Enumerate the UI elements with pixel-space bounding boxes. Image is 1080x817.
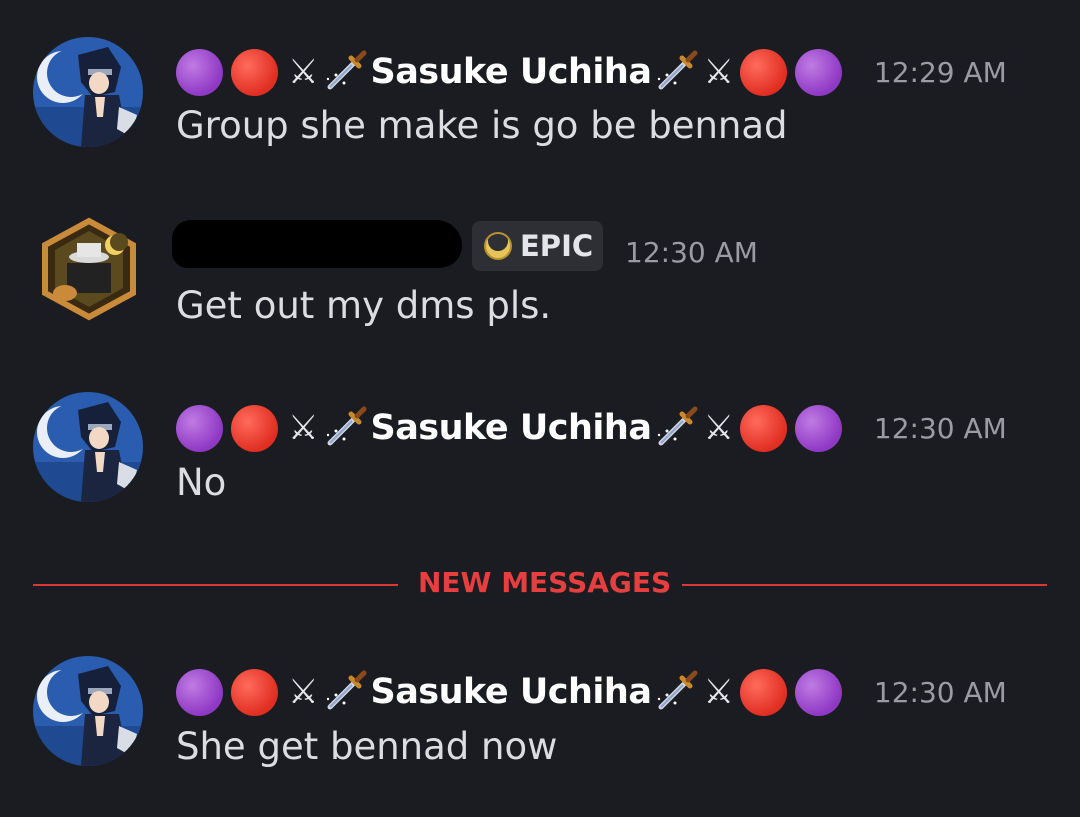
dagger-emoji bbox=[322, 669, 368, 715]
avatar[interactable] bbox=[33, 37, 143, 147]
timestamp[interactable]: 12:29 AM bbox=[874, 56, 1007, 89]
crossed-swords-emoji: ⚔ bbox=[288, 672, 319, 712]
purple-circle-emoji bbox=[176, 404, 223, 452]
timestamp[interactable]: 12:30 AM bbox=[625, 236, 758, 269]
avatar[interactable] bbox=[33, 656, 143, 766]
new-messages-label: NEW MESSAGES bbox=[418, 566, 672, 599]
message-header: 12:30 AM bbox=[625, 224, 758, 280]
dagger-emoji bbox=[653, 49, 699, 95]
purple-circle-emoji bbox=[794, 668, 842, 716]
message-header: ⚔ Sasuke Uchiha ⚔ 12:30 AM bbox=[176, 400, 1007, 456]
red-circle-emoji bbox=[231, 668, 278, 716]
purple-circle-emoji bbox=[176, 668, 223, 716]
dagger-emoji bbox=[322, 49, 368, 95]
red-circle-emoji bbox=[739, 48, 787, 96]
purple-circle-emoji bbox=[794, 48, 842, 96]
message-header: ⚔ Sasuke Uchiha ⚔ 12:29 AM bbox=[176, 44, 1007, 100]
badge-label: EPIC bbox=[520, 229, 594, 263]
purple-circle-emoji bbox=[176, 48, 223, 96]
role-badge[interactable]: EPIC bbox=[472, 221, 603, 271]
red-circle-emoji bbox=[231, 404, 278, 452]
crossed-swords-emoji: ⚔ bbox=[703, 672, 734, 712]
crossed-swords-emoji: ⚔ bbox=[703, 408, 734, 448]
avatar[interactable] bbox=[33, 392, 143, 502]
message-text: Get out my dms pls. bbox=[176, 284, 552, 327]
new-messages-divider-right bbox=[682, 584, 1047, 586]
username[interactable]: Sasuke Uchiha bbox=[370, 672, 651, 712]
crossed-swords-emoji: ⚔ bbox=[288, 408, 319, 448]
message-text: Group she make is go be bennad bbox=[176, 104, 788, 147]
red-circle-emoji bbox=[231, 48, 278, 96]
timestamp[interactable]: 12:30 AM bbox=[874, 676, 1007, 709]
red-circle-emoji bbox=[739, 668, 787, 716]
dagger-emoji bbox=[653, 669, 699, 715]
username[interactable]: Sasuke Uchiha bbox=[370, 52, 651, 92]
red-circle-emoji bbox=[739, 404, 787, 452]
message-text: She get bennad now bbox=[176, 725, 558, 768]
dagger-emoji bbox=[322, 405, 368, 451]
new-messages-divider-left bbox=[33, 584, 398, 586]
purple-circle-emoji bbox=[794, 404, 842, 452]
crossed-swords-emoji: ⚔ bbox=[703, 52, 734, 92]
avatar[interactable] bbox=[37, 217, 141, 321]
timestamp[interactable]: 12:30 AM bbox=[874, 412, 1007, 445]
dagger-emoji bbox=[653, 405, 699, 451]
message-text: No bbox=[176, 461, 227, 504]
message-header: ⚔ Sasuke Uchiha ⚔ 12:30 AM bbox=[176, 664, 1007, 720]
crescent-badge-icon bbox=[484, 231, 512, 260]
redacted-username bbox=[172, 220, 462, 268]
crossed-swords-emoji: ⚔ bbox=[288, 52, 319, 92]
username[interactable]: Sasuke Uchiha bbox=[370, 408, 651, 448]
